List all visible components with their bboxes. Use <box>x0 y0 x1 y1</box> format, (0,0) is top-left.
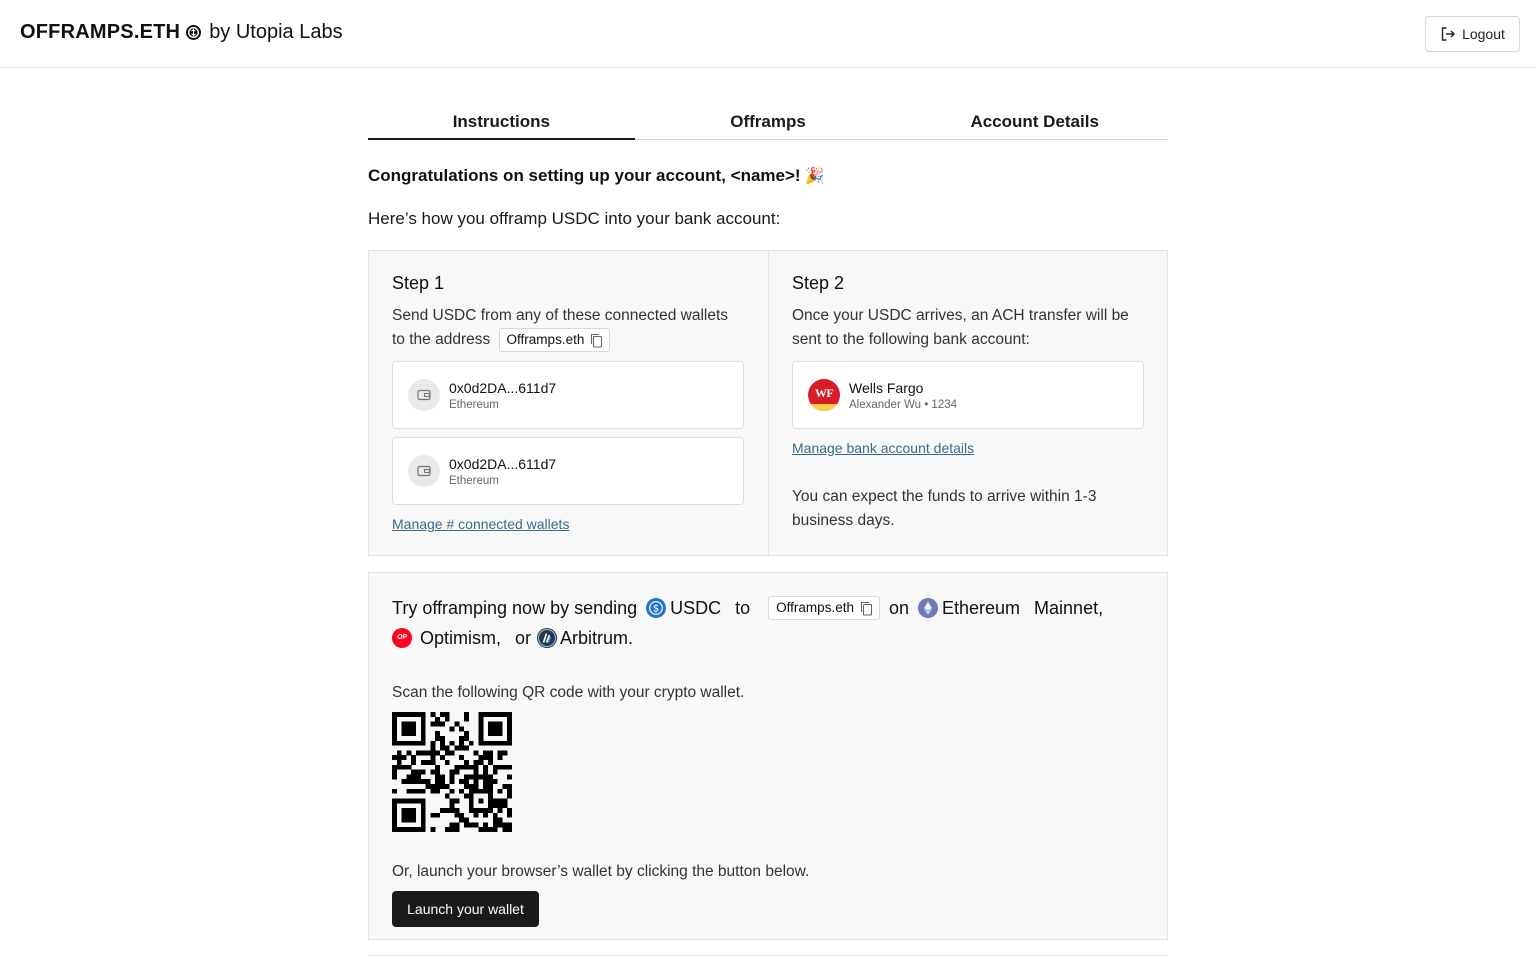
wallet-address: 0x0d2DA...611d7 <box>449 455 557 472</box>
arbitrum-icon <box>537 628 558 648</box>
wallet-address: 0x0d2DA...611d7 <box>449 379 557 396</box>
brand-suffix: by Utopia Labs <box>209 21 343 43</box>
logout-button[interactable]: Logout <box>1425 16 1520 52</box>
launch-instruction: Or, launch your browser’s wallet by clic… <box>392 863 810 880</box>
top-header: OFFRAMPS.ETH by Utopia Labs Logout <box>0 0 1536 68</box>
tab-account-details[interactable]: Account Details <box>901 108 1168 139</box>
scan-instruction: Scan the following QR code with your cry… <box>392 684 745 701</box>
svg-text:$: $ <box>653 604 659 615</box>
manage-bank-link[interactable]: Manage bank account details <box>792 440 974 456</box>
step-2-title: Step 2 <box>792 273 845 293</box>
step-2-text: Once your USDC arrives, an ACH transfer … <box>792 307 1129 348</box>
wallet-network: Ethereum <box>449 398 499 411</box>
try-to: to <box>735 598 751 618</box>
step-1: Step 1 Send USDC from any of these conne… <box>369 251 768 555</box>
launch-wallet-button[interactable]: Launch your wallet <box>392 891 539 927</box>
wallet-card[interactable]: 0x0d2DA...611d7 Ethereum <box>392 361 744 430</box>
logout-label: Logout <box>1462 26 1505 42</box>
tab-bar: Instructions Offramps Account Details <box>368 108 1168 140</box>
wallet-qr-code <box>392 712 513 833</box>
steps-panel: Step 1 Send USDC from any of these conne… <box>368 250 1168 556</box>
usdc-icon: $ <box>646 598 667 618</box>
bottom-divider <box>368 955 1168 956</box>
wallet-network: Ethereum <box>449 474 499 487</box>
address-copy-chip[interactable]: Offramps.eth <box>498 328 611 352</box>
logout-icon <box>1441 27 1456 41</box>
brand: OFFRAMPS.ETH by Utopia Labs <box>20 21 343 44</box>
address-chip-label: Offramps.eth <box>506 332 585 347</box>
wallet-icon <box>408 379 440 412</box>
address-chip-label: Offramps.eth <box>776 600 854 615</box>
network-arbitrum: Arbitrum. <box>560 628 634 648</box>
tab-offramps[interactable]: Offramps <box>635 108 902 139</box>
brand-logo-icon <box>185 24 202 41</box>
network-ethereum: Ethereum <box>942 598 1021 618</box>
ethereum-icon <box>918 598 938 618</box>
wallet-card[interactable]: 0x0d2DA...611d7 Ethereum <box>392 437 744 506</box>
try-or: or <box>515 628 532 648</box>
network-optimism: Optimism, <box>420 628 501 648</box>
try-offramp-heading: Try offramping now by sending $ USDC to … <box>392 593 1144 653</box>
wells-fargo-logo-text: WF <box>814 385 834 400</box>
wells-fargo-logo-icon: WF <box>808 379 840 411</box>
optimism-icon: OP <box>392 628 412 648</box>
copy-icon <box>860 601 873 616</box>
address-copy-chip[interactable]: Offramps.eth <box>768 596 880 620</box>
congrats-text: Congratulations on setting up your accou… <box>368 166 801 185</box>
step-1-text: Send USDC from any of these connected wa… <box>392 304 745 352</box>
arrival-note: You can expect the funds to arrive withi… <box>792 488 1097 529</box>
wallet-icon <box>408 455 440 488</box>
bank-name: Wells Fargo <box>849 379 924 396</box>
manage-wallets-link[interactable]: Manage # connected wallets <box>392 516 569 532</box>
step-2: Step 2 Once your USDC arrives, an ACH tr… <box>768 251 1167 555</box>
step-1-title: Step 1 <box>392 273 445 293</box>
try-prefix: Try offramping now by sending <box>392 598 638 618</box>
bank-account-detail: Alexander Wu • 1234 <box>849 398 958 411</box>
brand-name: OFFRAMPS.ETH <box>20 21 181 43</box>
tab-instructions[interactable]: Instructions <box>368 108 635 140</box>
copy-icon <box>591 333 603 348</box>
bank-account-card[interactable]: WF Wells Fargo Alexander Wu • 1234 <box>792 361 1144 429</box>
try-offramp-panel: Try offramping now by sending $ USDC to … <box>368 572 1168 940</box>
network-mainnet: Mainnet, <box>1034 598 1104 618</box>
congrats-heading: Congratulations on setting up your accou… <box>368 166 825 186</box>
howto-text: Here’s how you offramp USDC into your ba… <box>368 209 781 228</box>
try-on: on <box>888 598 909 618</box>
party-popper-icon: 🎉 <box>804 168 825 185</box>
token-name: USDC <box>670 598 722 618</box>
